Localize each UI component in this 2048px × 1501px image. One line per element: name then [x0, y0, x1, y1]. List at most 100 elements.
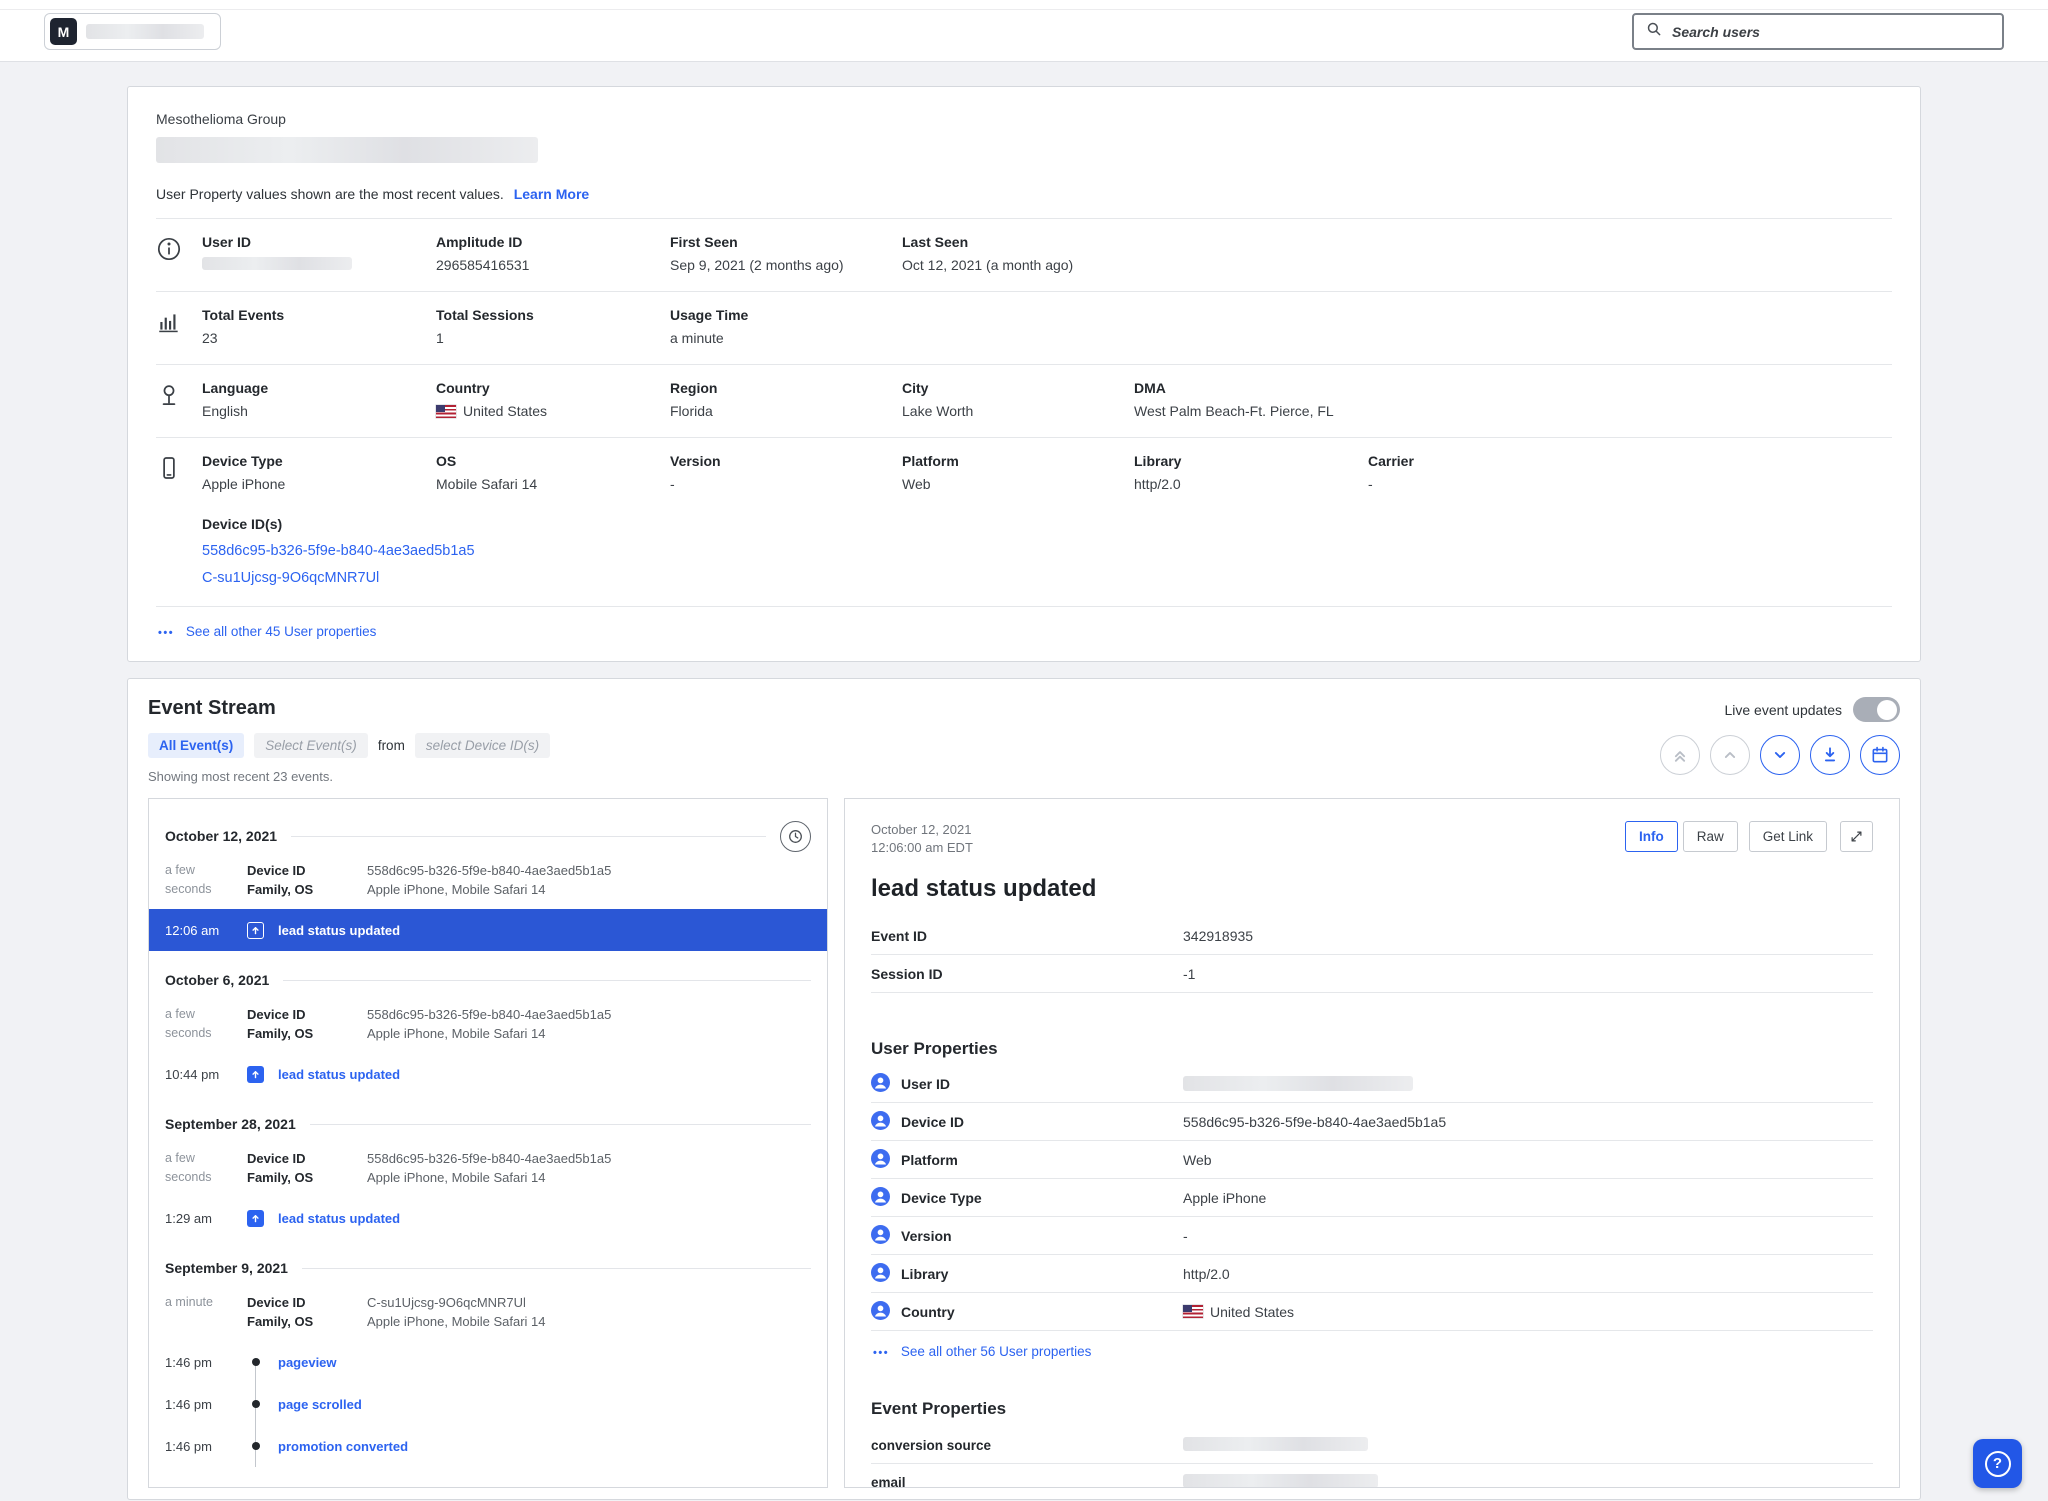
property-value: United States	[463, 403, 547, 419]
context-label: Family, OS	[247, 1312, 355, 1331]
workspace-logo: M	[50, 18, 77, 45]
navigation-buttons	[1660, 735, 1900, 775]
property-label: email	[871, 1475, 1183, 1489]
event-type-icon	[247, 922, 264, 939]
event-row[interactable]: 10:44 pm lead status updated	[149, 1053, 827, 1095]
search-input[interactable]	[1672, 24, 1991, 40]
next-event-button[interactable]	[1760, 735, 1800, 775]
event-context: a minute Device ID Family, OS C-su1Ujcsg…	[149, 1291, 827, 1341]
property-value: West Palm Beach-Ft. Pierce, FL	[1134, 403, 1368, 419]
scroll-to-bottom-button[interactable]	[1810, 735, 1850, 775]
redacted-workspace-name	[86, 24, 204, 39]
device-id-link[interactable]: 558d6c95-b326-5f9e-b840-4ae3aed5b1a5	[202, 543, 1892, 559]
calendar-button[interactable]	[1860, 735, 1900, 775]
property-value: Sep 9, 2021 (2 months ago)	[670, 257, 902, 273]
device-id-link[interactable]: C-su1Ujcsg-9O6qcMNR7Ul	[202, 570, 1892, 586]
property-label: Total Sessions	[436, 307, 670, 323]
divider	[283, 980, 811, 981]
property-value: Web	[1183, 1152, 1873, 1168]
property-label: Country	[436, 380, 670, 396]
context-value: Apple iPhone, Mobile Safari 14	[367, 1168, 811, 1187]
event-time: 1:29 am	[165, 1211, 235, 1226]
info-tab-button[interactable]: Info	[1625, 821, 1678, 852]
property-label: DMA	[1134, 380, 1368, 396]
property-label: User ID	[901, 1076, 1183, 1092]
user-summary-card: Mesothelioma Group User Property values …	[127, 86, 1921, 662]
date-row: October 6, 2021	[149, 951, 827, 1003]
user-property-icon	[871, 1073, 901, 1095]
event-context: a few seconds Device ID Family, OS 558d6…	[149, 1147, 827, 1197]
property-label: Amplitude ID	[436, 234, 670, 250]
filter-select-device-ids[interactable]: select Device ID(s)	[415, 733, 550, 758]
time-machine-button[interactable]	[780, 821, 811, 852]
event-row[interactable]: 1:29 am lead status updated	[149, 1197, 827, 1239]
see-all-row: ••• See all other 45 User properties	[156, 606, 1892, 661]
expand-button[interactable]	[1840, 821, 1873, 852]
property-value: -	[1368, 476, 1892, 492]
user-property-icon	[871, 1263, 901, 1285]
event-row[interactable]: 1:46 pm pageview	[149, 1341, 827, 1383]
filter-select-events[interactable]: Select Event(s)	[254, 733, 368, 758]
us-flag-icon	[436, 405, 456, 418]
user-property-icon	[871, 1149, 901, 1171]
property-value: Web	[902, 476, 1134, 492]
event-time-ago: a few seconds	[165, 1149, 235, 1187]
event-name: lead status updated	[278, 1067, 400, 1082]
property-row: email	[871, 1464, 1873, 1488]
event-date: September 9, 2021	[165, 1260, 288, 1276]
divider	[310, 1124, 811, 1125]
live-updates-toggle[interactable]	[1853, 697, 1900, 722]
property-label: Last Seen	[902, 234, 1134, 250]
property-label: OS	[436, 453, 670, 469]
bar-chart-icon	[156, 307, 202, 346]
context-label: Family, OS	[247, 880, 355, 899]
identity-row: User ID Amplitude ID 296585416531 First …	[156, 218, 1892, 291]
property-value: English	[202, 403, 436, 419]
date-row: September 28, 2021	[149, 1095, 827, 1147]
user-property-icon	[871, 1225, 901, 1247]
redacted-value	[1183, 1076, 1413, 1091]
ellipsis-icon: •••	[158, 627, 174, 639]
property-value: 1	[436, 330, 670, 346]
event-row[interactable]: 1:46 pm promotion converted	[149, 1425, 827, 1467]
context-value: Apple iPhone, Mobile Safari 14	[367, 1024, 811, 1043]
event-time: 1:46 pm	[165, 1355, 235, 1370]
property-cell: Carrier -	[1368, 453, 1892, 492]
get-link-button[interactable]: Get Link	[1749, 821, 1827, 852]
workspace-switcher[interactable]: M	[44, 13, 221, 50]
scroll-to-top-button[interactable]	[1660, 735, 1700, 775]
stream-controls: Live event updates	[1660, 697, 1900, 775]
event-row[interactable]: 1:46 pm page scrolled	[149, 1383, 827, 1425]
property-cell: Last Seen Oct 12, 2021 (a month ago)	[902, 234, 1134, 273]
property-value: Lake Worth	[902, 403, 1134, 419]
property-cell: Region Florida	[670, 380, 902, 419]
property-label: conversion source	[871, 1438, 1183, 1453]
help-button[interactable]: ?	[1973, 1439, 2022, 1488]
property-cell: Platform Web	[902, 453, 1134, 492]
event-date: October 6, 2021	[165, 972, 269, 988]
filter-from-label: from	[378, 738, 405, 753]
raw-tab-button[interactable]: Raw	[1683, 821, 1738, 852]
event-group: October 12, 2021 a few seconds Device ID	[149, 807, 827, 951]
see-all-detail-properties-link[interactable]: ••• See all other 56 User properties	[873, 1344, 1091, 1359]
activity-row: Total Events 23 Total Sessions 1 Usage T…	[156, 291, 1892, 364]
property-cell: Language English	[202, 380, 436, 419]
timeline-dot-icon	[247, 1425, 264, 1467]
context-value: 558d6c95-b326-5f9e-b840-4ae3aed5b1a5	[367, 1149, 811, 1168]
see-all-user-properties-link[interactable]: ••• See all other 45 User properties	[158, 624, 376, 639]
learn-more-link[interactable]: Learn More	[514, 186, 589, 202]
event-name: promotion converted	[278, 1439, 408, 1454]
ellipsis-icon: •••	[873, 1347, 889, 1359]
property-label: City	[902, 380, 1134, 396]
property-label: Total Events	[202, 307, 436, 323]
filter-all-events[interactable]: All Event(s)	[148, 733, 244, 758]
meta-value: -1	[1183, 966, 1873, 982]
device-row: Device Type Apple iPhone OS Mobile Safar…	[156, 437, 1892, 510]
search-icon	[1645, 20, 1663, 43]
event-row-selected[interactable]: 12:06 am lead status updated	[149, 909, 827, 951]
live-updates-label: Live event updates	[1724, 702, 1842, 718]
property-value: http/2.0	[1183, 1266, 1873, 1282]
note-text: User Property values shown are the most …	[156, 186, 504, 202]
previous-event-button[interactable]	[1710, 735, 1750, 775]
property-label: Version	[901, 1228, 1183, 1244]
